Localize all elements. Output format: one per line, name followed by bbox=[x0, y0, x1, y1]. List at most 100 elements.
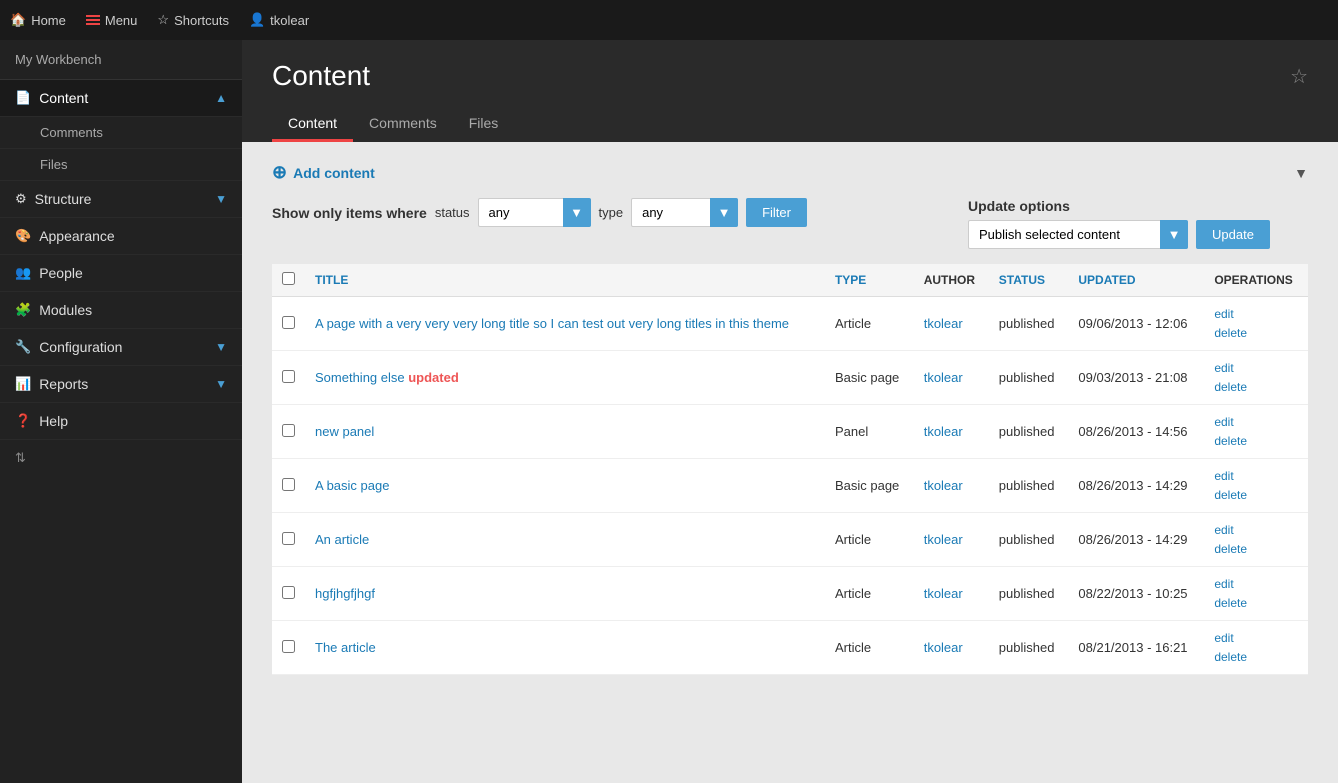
shortcuts-nav[interactable]: ☆ Shortcuts bbox=[157, 12, 229, 28]
content-title-link[interactable]: A basic page bbox=[315, 478, 389, 493]
content-title-link[interactable]: A page with a very very very long title … bbox=[315, 316, 789, 331]
delete-link[interactable]: delete bbox=[1214, 596, 1298, 610]
tab-content[interactable]: Content bbox=[272, 107, 353, 142]
content-updated: 09/03/2013 - 21:08 bbox=[1068, 351, 1204, 405]
delete-link[interactable]: delete bbox=[1214, 434, 1298, 448]
main-layout: My Workbench 📄 Content ▲ Comments Files … bbox=[0, 40, 1338, 783]
author-link[interactable]: tkolear bbox=[924, 316, 963, 331]
tab-comments[interactable]: Comments bbox=[353, 107, 453, 142]
sidebar-item-configuration[interactable]: 🔧 Configuration ▼ bbox=[0, 329, 242, 366]
add-content-button[interactable]: ⊕ Add content bbox=[272, 162, 375, 183]
row-checkbox[interactable] bbox=[282, 424, 295, 437]
content-updated: 08/26/2013 - 14:56 bbox=[1068, 405, 1204, 459]
content-status: published bbox=[989, 459, 1069, 513]
content-status: published bbox=[989, 351, 1069, 405]
sidebar-item-label: Configuration bbox=[39, 339, 207, 355]
author-link[interactable]: tkolear bbox=[924, 478, 963, 493]
appearance-icon: 🎨 bbox=[15, 228, 31, 244]
main-content: ⊕ Add content ▼ Show only items where st… bbox=[242, 142, 1338, 783]
sidebar-item-help[interactable]: ❓ Help bbox=[0, 403, 242, 440]
sidebar-item-people[interactable]: 👥 People bbox=[0, 255, 242, 292]
dropdown-arrow-icon[interactable]: ▼ bbox=[1294, 165, 1308, 181]
content-type: Article bbox=[825, 297, 914, 351]
sidebar-item-structure[interactable]: ⚙ Structure ▼ bbox=[0, 181, 242, 218]
delete-link[interactable]: delete bbox=[1214, 380, 1298, 394]
structure-icon: ⚙ bbox=[15, 191, 27, 207]
content-updated: 08/26/2013 - 14:29 bbox=[1068, 513, 1204, 567]
content-table: TITLE TYPE AUTHOR STATUS UPDATED OPERATI… bbox=[272, 264, 1308, 675]
chevron-down-icon: ▼ bbox=[215, 340, 227, 354]
delete-link[interactable]: delete bbox=[1214, 488, 1298, 502]
sidebar-item-modules[interactable]: 🧩 Modules bbox=[0, 292, 242, 329]
update-select[interactable]: Publish selected content Unpublish selec… bbox=[968, 220, 1188, 249]
sidebar-item-appearance[interactable]: 🎨 Appearance bbox=[0, 218, 242, 255]
author-link[interactable]: tkolear bbox=[924, 370, 963, 385]
edit-link[interactable]: edit bbox=[1214, 415, 1298, 429]
content-title-link[interactable]: Something else bbox=[315, 370, 405, 385]
select-all-checkbox[interactable] bbox=[282, 272, 295, 285]
edit-link[interactable]: edit bbox=[1214, 577, 1298, 591]
content-status: published bbox=[989, 297, 1069, 351]
add-circle-icon: ⊕ bbox=[272, 162, 287, 183]
delete-link[interactable]: delete bbox=[1214, 326, 1298, 340]
sidebar-item-files[interactable]: Files bbox=[0, 149, 242, 181]
author-link[interactable]: tkolear bbox=[924, 532, 963, 547]
edit-link[interactable]: edit bbox=[1214, 523, 1298, 537]
reports-icon: 📊 bbox=[15, 376, 31, 392]
content-title-link[interactable]: new panel bbox=[315, 424, 374, 439]
favorite-star-icon[interactable]: ☆ bbox=[1290, 64, 1308, 89]
edit-link[interactable]: edit bbox=[1214, 469, 1298, 483]
align-icon: ⇅ bbox=[15, 450, 26, 465]
row-checkbox[interactable] bbox=[282, 370, 295, 383]
chevron-down-icon: ▼ bbox=[215, 192, 227, 206]
table-row: new panelPaneltkolearpublished08/26/2013… bbox=[272, 405, 1308, 459]
col-status: STATUS bbox=[989, 264, 1069, 297]
menu-label: Menu bbox=[105, 13, 138, 28]
content-title-link[interactable]: hgfjhgfjhgf bbox=[315, 586, 375, 601]
update-button[interactable]: Update bbox=[1196, 220, 1270, 249]
content-title-link[interactable]: The article bbox=[315, 640, 376, 655]
operations-cell: edit delete bbox=[1214, 361, 1298, 394]
author-link[interactable]: tkolear bbox=[924, 424, 963, 439]
shortcuts-label: Shortcuts bbox=[174, 13, 229, 28]
sidebar-item-comments[interactable]: Comments bbox=[0, 117, 242, 149]
row-checkbox[interactable] bbox=[282, 316, 295, 329]
chevron-down-icon: ▲ bbox=[215, 91, 227, 105]
author-link[interactable]: tkolear bbox=[924, 640, 963, 655]
row-checkbox[interactable] bbox=[282, 532, 295, 545]
edit-link[interactable]: edit bbox=[1214, 361, 1298, 375]
sidebar-item-label: Modules bbox=[39, 302, 227, 318]
page-title: Content bbox=[272, 60, 370, 92]
menu-nav[interactable]: Menu bbox=[86, 13, 138, 28]
table-row: The articleArticletkolearpublished08/21/… bbox=[272, 621, 1308, 675]
type-select[interactable]: any Article Basic page Panel bbox=[631, 198, 738, 227]
filter-button[interactable]: Filter bbox=[746, 198, 807, 227]
type-select-wrap: any Article Basic page Panel ▼ bbox=[631, 198, 738, 227]
row-checkbox[interactable] bbox=[282, 586, 295, 599]
people-icon: 👥 bbox=[15, 265, 31, 281]
edit-link[interactable]: edit bbox=[1214, 631, 1298, 645]
add-content-row: ⊕ Add content ▼ bbox=[272, 162, 1308, 183]
content-updated: 08/22/2013 - 10:25 bbox=[1068, 567, 1204, 621]
sidebar-item-content[interactable]: 📄 Content ▲ bbox=[0, 80, 242, 117]
sidebar-item-reports[interactable]: 📊 Reports ▼ bbox=[0, 366, 242, 403]
status-select[interactable]: any published unpublished bbox=[478, 198, 591, 227]
home-nav[interactable]: 🏠 Home bbox=[10, 12, 66, 28]
modules-icon: 🧩 bbox=[15, 302, 31, 318]
content-title-row: Content ☆ bbox=[272, 60, 1308, 92]
sidebar-footer[interactable]: ⇅ bbox=[0, 440, 242, 476]
row-checkbox[interactable] bbox=[282, 640, 295, 653]
edit-link[interactable]: edit bbox=[1214, 307, 1298, 321]
table-row: A page with a very very very long title … bbox=[272, 297, 1308, 351]
delete-link[interactable]: delete bbox=[1214, 650, 1298, 664]
delete-link[interactable]: delete bbox=[1214, 542, 1298, 556]
operations-cell: edit delete bbox=[1214, 577, 1298, 610]
user-nav[interactable]: 👤 tkolear bbox=[249, 12, 309, 28]
operations-cell: edit delete bbox=[1214, 631, 1298, 664]
row-checkbox[interactable] bbox=[282, 478, 295, 491]
table-row: A basic pageBasic pagetkolearpublished08… bbox=[272, 459, 1308, 513]
tab-files[interactable]: Files bbox=[453, 107, 515, 142]
sidebar-item-workbench[interactable]: My Workbench bbox=[0, 40, 242, 80]
content-title-link[interactable]: An article bbox=[315, 532, 369, 547]
author-link[interactable]: tkolear bbox=[924, 586, 963, 601]
